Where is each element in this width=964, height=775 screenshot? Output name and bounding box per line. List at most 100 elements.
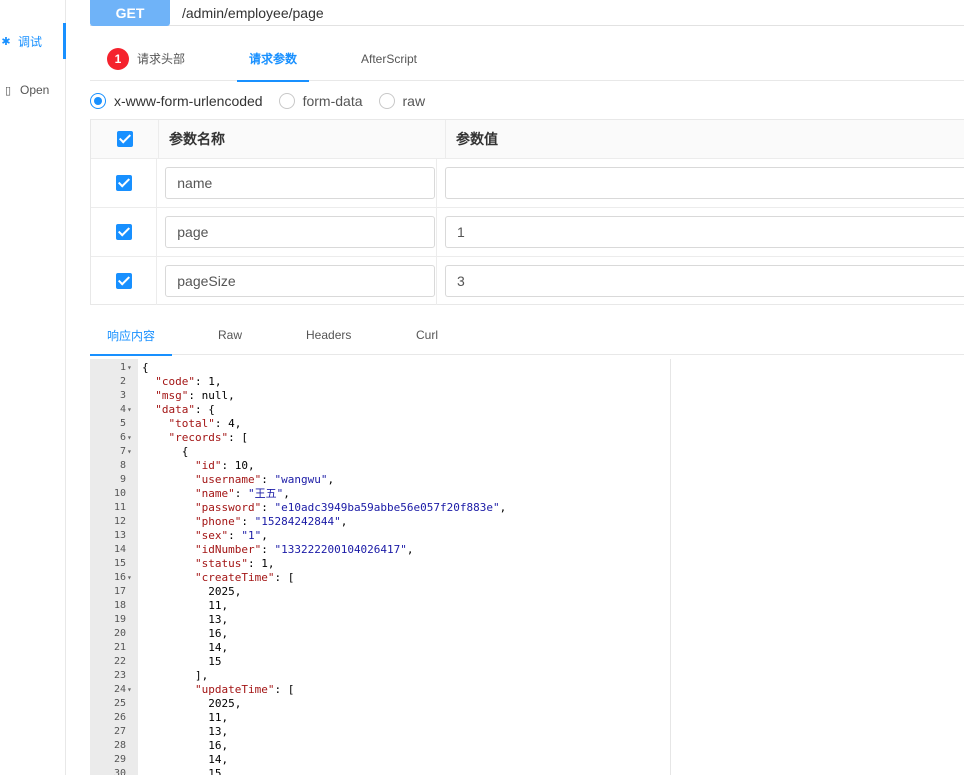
- radio-form-data[interactable]: form-data: [278, 93, 363, 109]
- table-header-row: 参数名称 参数值: [91, 120, 964, 159]
- http-method-button[interactable]: GET: [90, 0, 170, 26]
- line-number: 27: [113, 726, 126, 737]
- row-checkbox[interactable]: [115, 224, 132, 240]
- code-line: 13 "sex": "1",: [90, 529, 670, 543]
- tab-request-headers[interactable]: 1 请求头部: [107, 36, 185, 81]
- select-all-checkbox[interactable]: [116, 131, 133, 147]
- line-number: 4: [119, 404, 126, 415]
- row-checkbox[interactable]: [115, 175, 132, 191]
- param-value-cell: 3: [437, 257, 964, 305]
- code-line: 24 ▾ "updateTime": [: [90, 683, 670, 697]
- sidebar-item-label: Open: [20, 83, 50, 97]
- line-number: 6: [119, 432, 126, 443]
- code-text: "msg": null,: [155, 389, 235, 402]
- sidebar-item-open[interactable]: ▯ Open: [2, 72, 49, 108]
- code-text: 14,: [142, 753, 229, 766]
- sidebar-item-label: 调试: [18, 34, 43, 49]
- line-number: 24: [113, 684, 126, 695]
- code-text: "total": 4,: [168, 417, 242, 430]
- code-line: 19 13,: [90, 613, 670, 627]
- tab-label: 响应内容: [107, 328, 156, 343]
- response-code-editor[interactable]: 1 ▾{2 "code": 1, 3 "msg": null, 4 ▾ "data": …: [90, 359, 671, 775]
- tab-headers[interactable]: Headers: [306, 315, 351, 355]
- param-name-input[interactable]: page: [165, 216, 436, 248]
- line-number: 7: [119, 446, 126, 457]
- code-line: 18 11,: [90, 599, 670, 613]
- code-text: "idNumber": "133222200104026417",: [194, 543, 414, 556]
- row-check-cell: [91, 257, 158, 305]
- fold-arrow-icon[interactable]: ▾: [127, 361, 137, 375]
- header-count-badge: 1: [107, 47, 129, 70]
- code-line: 10 "name": "王五",: [90, 487, 670, 501]
- code-text: "data": {: [155, 403, 215, 416]
- code-line: 2 "code": 1,: [90, 375, 670, 389]
- radio-unchecked-icon: [378, 93, 395, 109]
- tab-request-params[interactable]: 请求参数: [237, 36, 310, 82]
- line-number: 1: [119, 362, 126, 373]
- code-text: "records": [: [168, 431, 248, 444]
- line-number: 19: [113, 614, 126, 625]
- params-table: 参数名称 参数值 name page 1 pageSize 3: [90, 119, 964, 305]
- fold-arrow-icon[interactable]: ▾: [127, 683, 137, 697]
- line-number: 18: [113, 600, 126, 611]
- line-number: 23: [113, 670, 126, 681]
- param-value-input[interactable]: 3: [445, 265, 964, 297]
- line-number: 17: [113, 586, 126, 597]
- line-number: 11: [113, 502, 126, 513]
- radio-x-www-form-urlencoded[interactable]: x-www-form-urlencoded: [90, 93, 263, 109]
- code-text: 15: [142, 767, 222, 775]
- tab-afterscript[interactable]: AfterScript: [361, 36, 417, 81]
- url-input[interactable]: [182, 4, 882, 21]
- row-checkbox[interactable]: [115, 273, 132, 289]
- code-line: 16 ▾ "createTime": [: [90, 571, 670, 585]
- code-text: "updateTime": [: [194, 683, 295, 696]
- code-line: 7 ▾ {: [90, 445, 670, 459]
- code-text: ],: [142, 669, 209, 682]
- code-text: 16,: [142, 739, 229, 752]
- tab-label: 请求头部: [137, 52, 186, 66]
- line-number: 15: [113, 558, 126, 569]
- param-value-input[interactable]: [445, 167, 964, 199]
- table-row: name: [91, 159, 964, 208]
- fold-arrow-icon[interactable]: ▾: [127, 571, 137, 585]
- select-all-cell: [91, 120, 159, 158]
- code-text: 11,: [142, 711, 229, 724]
- url-bar: GET: [90, 0, 964, 26]
- code-text: {: [142, 445, 189, 458]
- code-text: {: [142, 361, 149, 374]
- line-number: 9: [119, 474, 126, 485]
- param-name-input[interactable]: pageSize: [165, 265, 436, 297]
- code-line: 20 16,: [90, 627, 670, 641]
- tab-response-content[interactable]: 响应内容: [90, 315, 173, 356]
- fold-arrow-icon[interactable]: ▾: [127, 403, 137, 417]
- left-sidebar: ✱ 调试 ▯ Open: [0, 0, 67, 775]
- param-value-cell: 1: [437, 208, 964, 256]
- column-header-value: 参数值: [456, 131, 498, 147]
- code-line: 14 "idNumber": "133222200104026417",: [90, 543, 670, 557]
- param-name-input[interactable]: name: [165, 167, 436, 199]
- param-value-input[interactable]: 1: [445, 216, 964, 248]
- radio-label: form-data: [302, 93, 363, 109]
- code-line: 12 "phone": "15284242844",: [90, 515, 670, 529]
- tab-label: 请求参数: [249, 52, 298, 66]
- fold-arrow-icon[interactable]: ▾: [127, 431, 137, 445]
- code-line: 1 ▾ {: [90, 361, 670, 375]
- line-number: 20: [113, 628, 126, 639]
- line-number: 12: [113, 516, 126, 527]
- sidebar-item-debug[interactable]: ✱ 调试: [0, 23, 67, 59]
- line-number: 30: [113, 768, 126, 775]
- code-text: "sex": "1",: [194, 529, 268, 542]
- fold-arrow-icon[interactable]: ▾: [127, 445, 137, 459]
- code-text: 13,: [142, 725, 229, 738]
- code-text: "phone": "15284242844",: [194, 515, 348, 528]
- radio-label: raw: [402, 93, 426, 109]
- code-text: "name": "王五",: [194, 487, 290, 500]
- tab-curl[interactable]: Curl: [416, 315, 438, 355]
- table-row: page 1: [91, 208, 964, 257]
- code-text: "code": 1,: [155, 375, 222, 388]
- code-line: 27 13,: [90, 725, 670, 739]
- column-header-name: 参数名称: [159, 120, 446, 158]
- tab-raw[interactable]: Raw: [218, 315, 242, 355]
- radio-checked-icon: [90, 93, 106, 109]
- radio-raw[interactable]: raw: [378, 93, 426, 109]
